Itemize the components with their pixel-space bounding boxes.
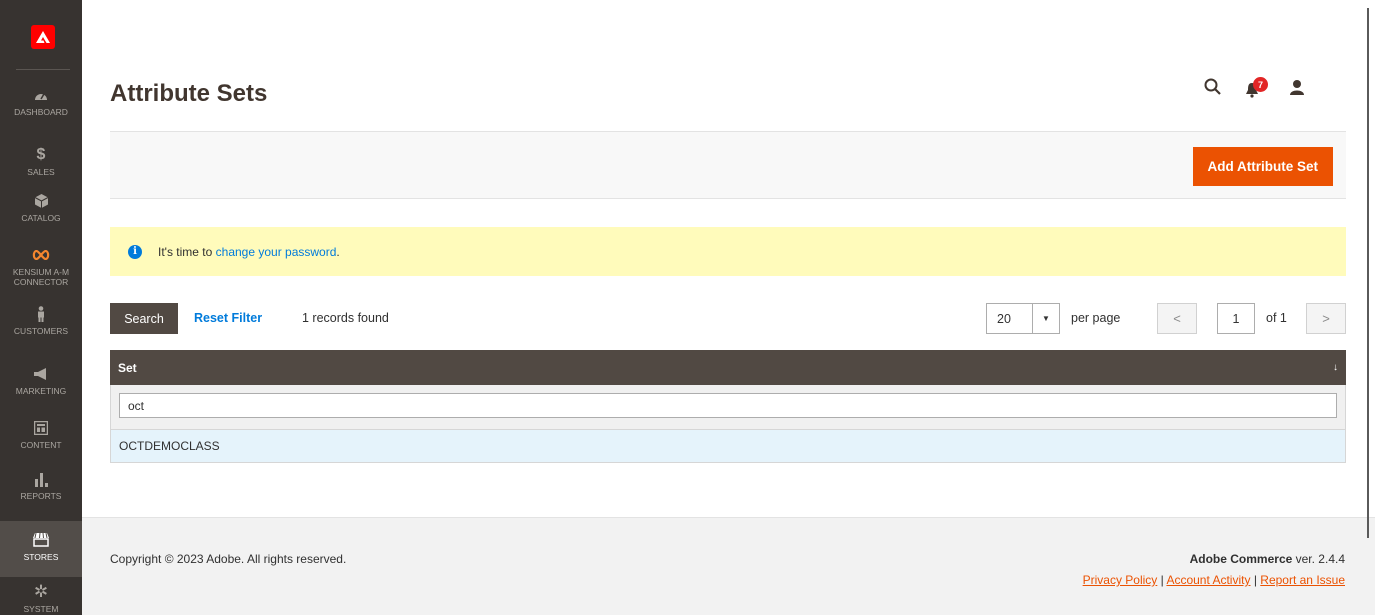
add-attribute-set-button[interactable]: Add Attribute Set [1192,147,1333,186]
prev-page-button[interactable]: < [1157,303,1197,334]
infinity-icon [0,246,82,264]
dashboard-gauge-icon [0,86,82,104]
account-activity-link[interactable]: Account Activity [1166,573,1250,587]
info-icon: i [128,244,142,259]
bar-chart-icon [0,470,82,488]
search-button[interactable]: Search [110,303,178,334]
nav-sales[interactable]: $ SALES [0,146,82,178]
page-footer: Copyright © 2023 Adobe. All rights reser… [82,517,1375,615]
message-suffix: . [336,244,340,259]
nav-reports-label: REPORTS [20,491,62,501]
set-name-cell: OCTDEMOCLASS [119,439,220,453]
footer-links: Privacy Policy | Account Activity | Repo… [1083,573,1345,587]
table-row[interactable]: OCTDEMOCLASS [110,429,1346,463]
nav-marketing[interactable]: MARKETING [0,365,82,396]
nav-customers-label: CUSTOMERS [13,326,69,336]
box-icon [0,192,82,210]
nav-sales-label: SALES [27,167,55,177]
logo-divider [16,69,70,70]
brand-name: Adobe Commerce [1189,552,1293,566]
chevron-right-icon: > [1322,311,1330,326]
password-notice-message: i It's time to change your password. [110,227,1346,276]
nav-catalog-label: CATALOG [21,213,61,223]
nav-system[interactable]: ✲ SYSTEM [0,583,82,614]
attribute-sets-grid: Set ↓ OCTDEMOCLASS [110,350,1346,463]
gear-icon: ✲ [33,582,49,601]
nav-stores[interactable]: STORES [0,521,82,577]
version-info: Adobe Commerce ver. 2.4.4 [1190,552,1345,566]
scrollbar[interactable] [1367,8,1369,538]
nav-dashboard[interactable]: DASHBOARD [0,86,82,117]
adobe-logo-icon[interactable] [31,25,55,49]
nav-reports[interactable]: REPORTS [0,470,82,501]
nav-dashboard-label: DASHBOARD [14,107,68,117]
layout-icon [0,419,82,437]
dollar-icon: $ [36,146,46,163]
page-actions-bar: Add Attribute Set [110,131,1346,199]
chevron-left-icon: < [1173,311,1181,326]
records-found-count: 1 records found [302,311,389,325]
person-icon [0,305,82,323]
nav-content-label: CONTENT [20,440,62,450]
nav-kensium-label-2: CONNECTOR [13,277,69,287]
nav-catalog[interactable]: CATALOG [0,192,82,223]
nav-kensium-label-1: KENSIUM A-M [12,267,70,277]
grid-filter-row [110,385,1346,429]
nav-content[interactable]: CONTENT [0,419,82,450]
column-header-label: Set [118,360,137,375]
column-header-set[interactable]: Set ↓ [110,350,1346,385]
per-page-select[interactable]: 20 ▼ [986,303,1060,334]
reset-filter-link[interactable]: Reset Filter [194,311,262,325]
notifications-bell-icon[interactable]: 7 [1245,77,1268,99]
chevron-down-icon[interactable]: ▼ [1032,304,1059,333]
page-title: Attribute Sets [110,80,268,107]
megaphone-icon [0,365,82,383]
user-account-icon[interactable] [1289,79,1305,100]
nav-system-label: SYSTEM [23,604,59,614]
page-total-label: of 1 [1266,311,1287,325]
nav-kensium-connector[interactable]: KENSIUM A-M CONNECTOR [0,246,82,287]
message-prefix: It's time to [158,244,213,259]
search-icon[interactable] [1204,78,1221,100]
nav-stores-label: STORES [23,552,59,562]
nav-customers[interactable]: CUSTOMERS [0,305,82,336]
store-icon [0,531,82,549]
copyright-text: Copyright © 2023 Adobe. All rights reser… [110,552,347,566]
change-password-link[interactable]: change your password [216,245,337,259]
set-filter-input[interactable] [119,393,1337,418]
version-text: ver. 2.4.4 [1292,552,1345,566]
per-page-label: per page [1071,311,1121,325]
privacy-policy-link[interactable]: Privacy Policy [1083,573,1158,587]
next-page-button[interactable]: > [1306,303,1346,334]
footer-separator: | [1250,573,1261,587]
per-page-value: 20 [997,311,1011,326]
main-content: Attribute Sets 7 Add Attribute Set i It'… [82,0,1375,615]
page-number-input[interactable]: 1 [1217,303,1255,334]
admin-sidebar: DASHBOARD $ SALES CATALOG KENSIUM A-M CO… [0,0,82,615]
sort-arrow-icon: ↓ [1333,362,1338,373]
report-issue-link[interactable]: Report an Issue [1260,573,1345,587]
nav-marketing-label: MARKETING [15,386,67,396]
header-actions: 7 [1204,77,1305,100]
notification-count-badge: 7 [1253,77,1268,92]
